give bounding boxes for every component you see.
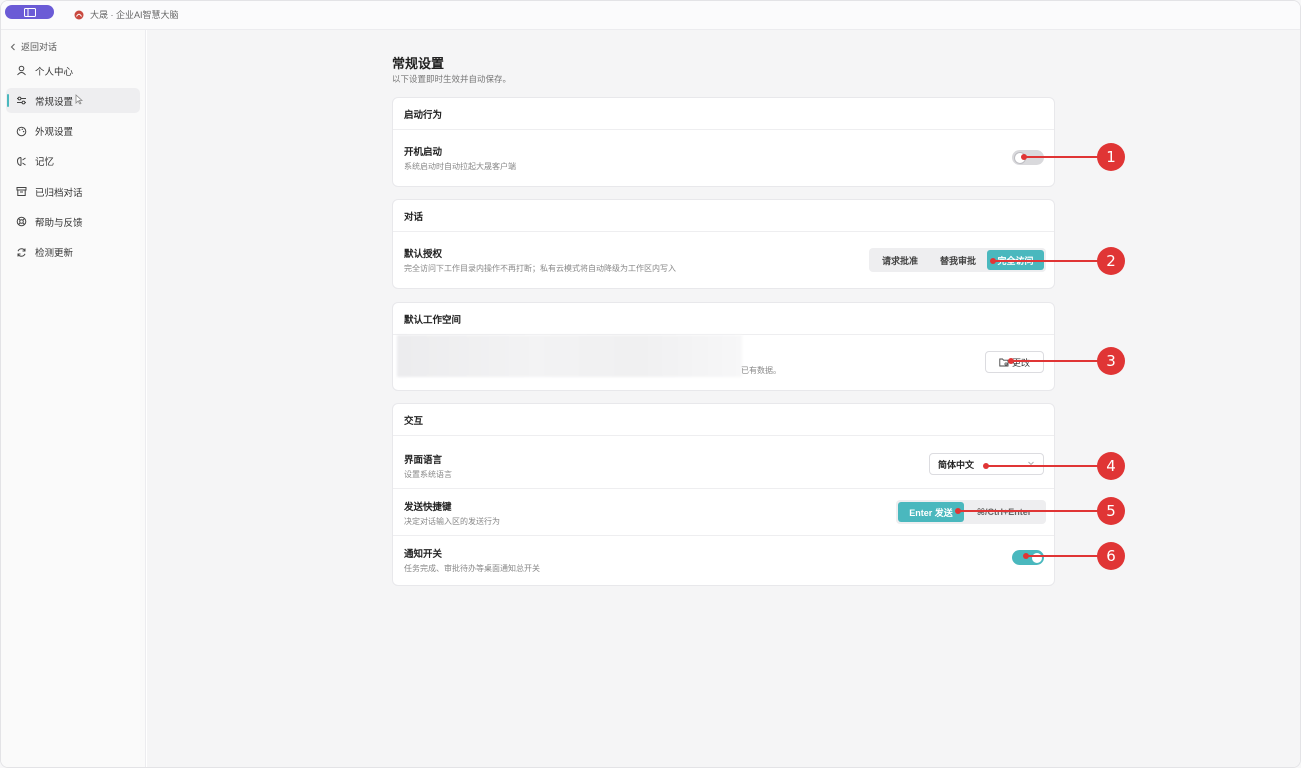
archive-icon — [16, 186, 27, 197]
sidebar-item-label: 已归档对话 — [35, 187, 83, 199]
change-workspace-label: 更改 — [1011, 357, 1030, 368]
app-title: 大晟 · 企业AI智慧大脑 — [74, 8, 179, 21]
callout-line — [1024, 156, 1099, 158]
callout-badge-6: 6 — [1097, 542, 1125, 570]
send-option-cmd-enter[interactable]: ⌘/Ctrl+Enter — [964, 502, 1044, 522]
sidebar-item-label: 帮助与反馈 — [35, 217, 83, 229]
user-icon — [16, 65, 27, 76]
sidebar-item-label: 个人中心 — [35, 66, 74, 78]
sidebar-toggle-button[interactable] — [5, 5, 54, 19]
callout-badge-4: 4 — [1097, 452, 1125, 480]
callout-badge-2: 2 — [1097, 247, 1125, 275]
workspace-desc-tail: 已有数据。 — [741, 366, 781, 375]
auth-option-delegate[interactable]: 替我审批 — [929, 250, 987, 270]
language-select-value: 简体中文 — [938, 459, 975, 470]
back-to-chat-link[interactable]: 返回对话 — [10, 40, 57, 53]
sidebar: 返回对话 个人中心 常规设置 外观设置 记忆 已归档对话 帮助与反馈 检测更新 — [1, 30, 146, 767]
callout-line — [1026, 555, 1099, 557]
startup-card-header: 启动行为 — [393, 98, 1054, 130]
sidebar-item-memory[interactable]: 记忆 — [6, 149, 140, 174]
help-icon — [16, 216, 27, 227]
sidebar-item-label: 外观设置 — [35, 127, 74, 139]
autostart-title: 开机启动 — [404, 147, 443, 158]
brain-icon — [16, 156, 27, 167]
sidebar-item-general[interactable]: 常规设置 — [6, 88, 140, 114]
autostart-row: 开机启动 系统启动时自动拉起大晟客户端 — [393, 130, 1054, 187]
dialog-card-header: 对话 — [393, 200, 1054, 232]
send-option-enter[interactable]: Enter 发送 — [898, 502, 964, 522]
cursor-icon — [75, 93, 84, 108]
sliders-icon — [16, 95, 27, 106]
change-workspace-button[interactable]: 更改 — [985, 351, 1044, 373]
app-logo-icon — [74, 10, 84, 20]
chevron-left-icon — [10, 43, 15, 50]
send-shortcut-segmented-control: Enter 发送 ⌘/Ctrl+Enter — [896, 500, 1046, 524]
palette-icon — [16, 126, 27, 137]
workspace-card-header: 默认工作空间 — [393, 303, 1054, 335]
refresh-icon — [16, 247, 27, 258]
sidebar-item-label: 常规设置 — [35, 96, 74, 108]
default-auth-row: 默认授权 完全访问下工作目录内操作不再打断；私有云模式将自动降级为工作区内写入 … — [393, 232, 1054, 289]
callout-line — [958, 510, 1099, 512]
notification-row: 通知开关 任务完成、审批待办等桌面通知总开关 — [393, 536, 1054, 582]
sidebar-icon — [23, 7, 36, 17]
callout-line — [986, 465, 1099, 467]
sidebar-item-profile[interactable]: 个人中心 — [6, 58, 140, 83]
notification-title: 通知开关 — [404, 549, 443, 560]
callout-line — [1011, 360, 1099, 362]
sidebar-item-check-update[interactable]: 检测更新 — [6, 240, 140, 265]
toggle-knob — [1030, 551, 1043, 564]
language-row: 界面语言 设置系统语言 简体中文 — [393, 436, 1054, 488]
callout-line — [993, 260, 1099, 262]
app-window: 大晟 · 企业AI智慧大脑 返回对话 个人中心 常规设置 外观设置 记忆 已归档… — [0, 0, 1301, 768]
dialog-card: 对话 默认授权 完全访问下工作目录内操作不再打断；私有云模式将自动降级为工作区内… — [392, 199, 1055, 289]
sidebar-item-archived[interactable]: 已归档对话 — [6, 179, 140, 204]
workspace-card: 默认工作空间 已有数据。 更改 — [392, 302, 1055, 391]
sidebar-item-help[interactable]: 帮助与反馈 — [6, 209, 140, 234]
startup-card: 启动行为 开机启动 系统启动时自动拉起大晟客户端 — [392, 97, 1055, 187]
settings-main: 常规设置 以下设置即时生效并自动保存。 启动行为 开机启动 系统启动时自动拉起大… — [147, 30, 1300, 767]
auth-option-request[interactable]: 请求批准 — [871, 250, 929, 270]
page-title: 常规设置 — [392, 56, 445, 71]
callout-badge-3: 3 — [1097, 347, 1125, 375]
app-title-text: 大晟 · 企业AI智慧大脑 — [90, 10, 179, 20]
title-bar: 大晟 · 企业AI智慧大脑 — [1, 1, 1300, 30]
callout-badge-5: 5 — [1097, 497, 1125, 525]
workspace-row: 已有数据。 更改 — [393, 335, 1054, 391]
back-link-label: 返回对话 — [21, 42, 58, 52]
sidebar-item-label: 记忆 — [35, 157, 55, 169]
settings-nav: 个人中心 常规设置 外观设置 记忆 已归档对话 帮助与反馈 检测更新 — [6, 58, 140, 270]
sidebar-item-label: 检测更新 — [35, 248, 74, 260]
notification-desc: 任务完成、审批待办等桌面通知总开关 — [404, 564, 540, 573]
redacted-workspace-path — [397, 335, 742, 377]
sidebar-item-appearance[interactable]: 外观设置 — [6, 119, 140, 144]
autostart-desc: 系统启动时自动拉起大晟客户端 — [404, 162, 516, 171]
interaction-card: 交互 界面语言 设置系统语言 简体中文 发送快捷键 决定对话输入区的发送行为 E… — [392, 403, 1055, 586]
callout-badge-1: 1 — [1097, 143, 1125, 171]
page-subtitle: 以下设置即时生效并自动保存。 — [392, 74, 512, 84]
interaction-card-header: 交互 — [393, 404, 1054, 436]
